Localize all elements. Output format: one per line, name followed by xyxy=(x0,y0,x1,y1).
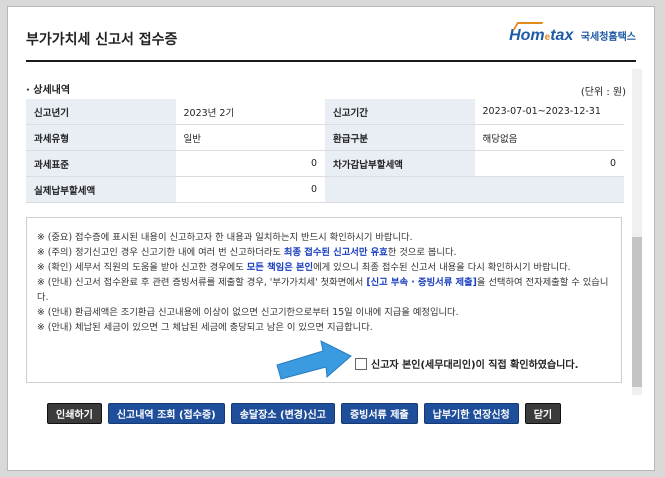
detail-value: 0 xyxy=(175,150,325,177)
action-button[interactable]: 증빙서류 제출 xyxy=(340,403,418,424)
detail-value: 해당없음 xyxy=(474,124,624,151)
detail-row: 신고년기 2023년 2기 신고기간 2023-07-01~2023-12-31 xyxy=(26,99,624,125)
action-button[interactable]: 송달장소 (변경)신고 xyxy=(230,403,335,424)
detail-row: 과세유형 일반 환급구분 해당없음 xyxy=(26,124,624,151)
detail-label: 신고기간 xyxy=(325,99,475,125)
detail-row: 과세표준 0 차가감납부할세액 0 xyxy=(26,150,624,177)
detail-label: 환급구분 xyxy=(325,124,475,151)
detail-value xyxy=(474,176,624,203)
detail-value: 0 xyxy=(175,176,325,203)
confirm-label: 신고자 본인(세무대리인)이 직접 확인하였습니다. xyxy=(371,360,579,371)
detail-label: 차가감납부할세액 xyxy=(325,150,475,177)
action-button[interactable]: 신고내역 조회 (접수증) xyxy=(107,403,225,424)
detail-value: 일반 xyxy=(175,124,325,151)
button-bar: 인쇄하기 신고내역 조회 (접수증) 송달장소 (변경)신고 증빙서류 제출 납부기한 … xyxy=(47,403,562,424)
detail-label: 실제납부할세액 xyxy=(26,176,176,203)
detail-value: 2023-07-01~2023-12-31 xyxy=(474,99,624,125)
notice-box: ※ (중요) 접수증에 표시된 내용이 신고하고자 한 내용과 일치하는지 반드… xyxy=(26,217,622,383)
dialog-title: 부가가치세 신고서 접수증 xyxy=(26,32,178,48)
hometax-logo: Hometax 국세청홈택스 xyxy=(509,22,636,45)
notice-list: ※ (중요) 접수증에 표시된 내용이 신고하고자 한 내용과 일치하는지 반드… xyxy=(27,218,621,335)
detail-row: 실제납부할세액 0 xyxy=(26,176,624,203)
notice-item: ※ (확인) 세무서 직원의 도움을 받아 신고한 경우에도 모든 책임은 본인… xyxy=(37,262,571,273)
content-area: · 상세내역 (단위 : 원) 신고년기 2023년 2기 신고기간 2023-07-… xyxy=(22,67,640,397)
blue-arrow-icon xyxy=(276,340,352,380)
notice-item: ※ (안내) 신고서 접수완료 후 관련 증빙서류를 제출할 경우, '부가가치… xyxy=(37,277,609,303)
detail-label: 신고년기 xyxy=(26,99,176,125)
title-divider xyxy=(26,60,636,62)
notice-item: ※ (안내) 환급세액은 조기환급 신고내용에 이상이 없으면 신고기한으로부터… xyxy=(37,307,459,318)
confirm-checkbox-row[interactable]: 신고자 본인(세무대리인)이 직접 확인하였습니다. xyxy=(355,356,578,371)
detail-value: 2023년 2기 xyxy=(175,99,325,125)
scrollbar-thumb[interactable] xyxy=(632,237,642,387)
action-button[interactable]: 닫기 xyxy=(524,403,562,424)
section-title: · 상세내역 xyxy=(26,85,71,96)
detail-value: 0 xyxy=(474,150,624,177)
confirm-checkbox[interactable] xyxy=(355,357,367,370)
detail-label xyxy=(325,176,475,203)
notice-item: ※ (중요) 접수증에 표시된 내용이 신고하고자 한 내용과 일치하는지 반드… xyxy=(37,232,413,243)
action-button[interactable]: 납부기한 연장신청 xyxy=(423,403,519,424)
receipt-dialog: 부가가치세 신고서 접수증 Hometax 국세청홈택스 · 상세내역 (단위 … xyxy=(7,6,655,471)
notice-item: ※ (주의) 정기신고인 경우 신고기한 내에 여러 번 신고하더라도 최종 접… xyxy=(37,247,457,258)
action-button[interactable]: 인쇄하기 xyxy=(47,403,102,424)
detail-label: 과세표준 xyxy=(26,150,176,177)
details-table: 신고년기 2023년 2기 신고기간 2023-07-01~2023-12-31 과세유… xyxy=(26,99,624,203)
notice-item: ※ (안내) 체납된 세금이 있으면 그 체납된 세금에 충당되고 남은 이 있… xyxy=(37,322,373,333)
logo-roof-icon xyxy=(512,22,544,30)
unit-label: (단위 : 원) xyxy=(580,87,626,98)
detail-label: 과세유형 xyxy=(26,124,176,151)
